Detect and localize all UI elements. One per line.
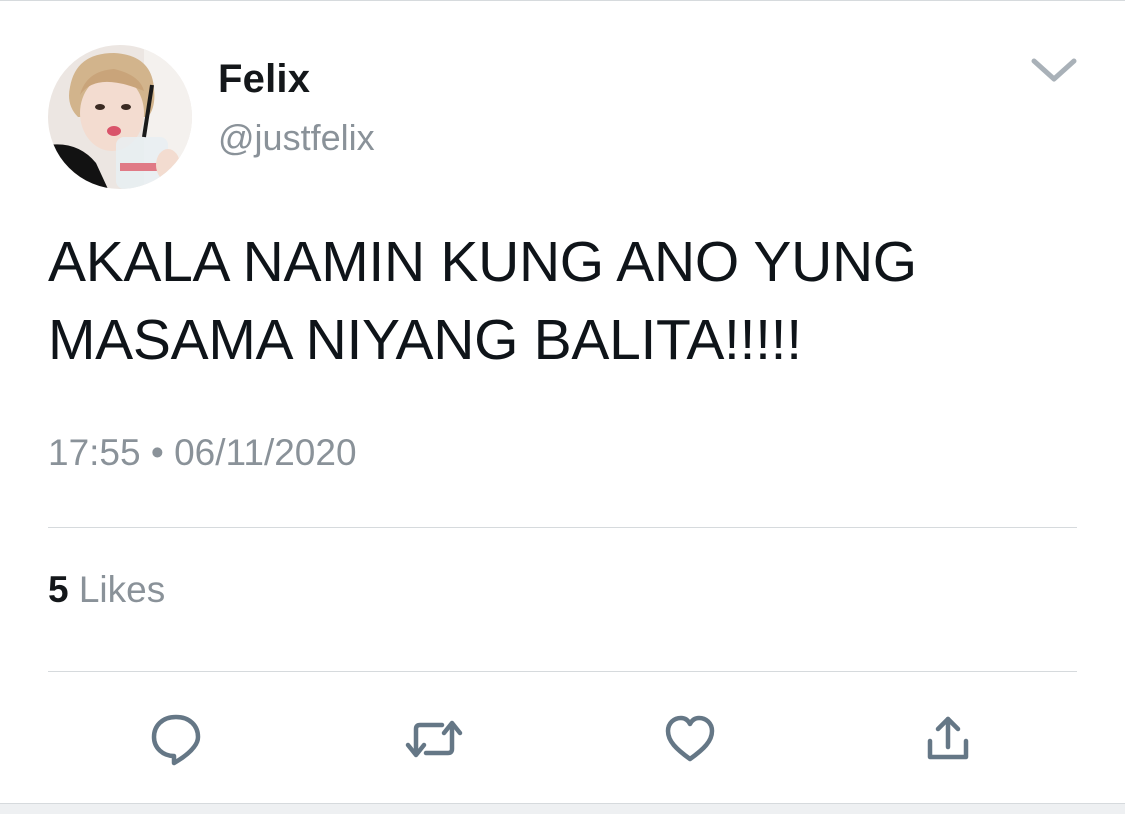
avatar-image bbox=[48, 45, 192, 189]
tweet-detail-view: Felix @justfelix AKALA NAMIN KUNG ANO YU… bbox=[0, 0, 1125, 814]
tweet-timestamp[interactable]: 17:55 • 06/11/2020 bbox=[48, 429, 357, 477]
likes-label: Likes bbox=[78, 569, 166, 610]
divider bbox=[48, 527, 1077, 528]
reply-button[interactable] bbox=[146, 709, 206, 769]
bottom-bar bbox=[0, 803, 1125, 814]
like-button[interactable] bbox=[660, 709, 720, 769]
heart-icon bbox=[665, 715, 715, 762]
speech-bubble-icon bbox=[151, 714, 201, 766]
retweet-button[interactable] bbox=[404, 709, 464, 769]
retweet-arrows-icon bbox=[405, 720, 463, 758]
share-button[interactable] bbox=[918, 709, 978, 769]
tweet-text-line: MASAMA NIYANG BALITA!!!!! bbox=[48, 308, 802, 372]
likes-stat[interactable]: 5 Likes bbox=[48, 567, 165, 613]
author-handle[interactable]: @justfelix bbox=[218, 115, 375, 161]
author-display-name[interactable]: Felix bbox=[218, 55, 310, 103]
chevron-down-icon[interactable] bbox=[1028, 53, 1080, 87]
author-avatar[interactable] bbox=[48, 45, 192, 189]
likes-count: 5 bbox=[48, 569, 69, 610]
tweet-text-line: AKALA NAMIN KUNG ANO YUNG bbox=[48, 230, 917, 294]
share-upload-icon bbox=[927, 716, 969, 760]
tweet-text: AKALA NAMIN KUNG ANO YUNG MASAMA NIYANG … bbox=[48, 223, 1088, 379]
divider bbox=[48, 671, 1077, 672]
